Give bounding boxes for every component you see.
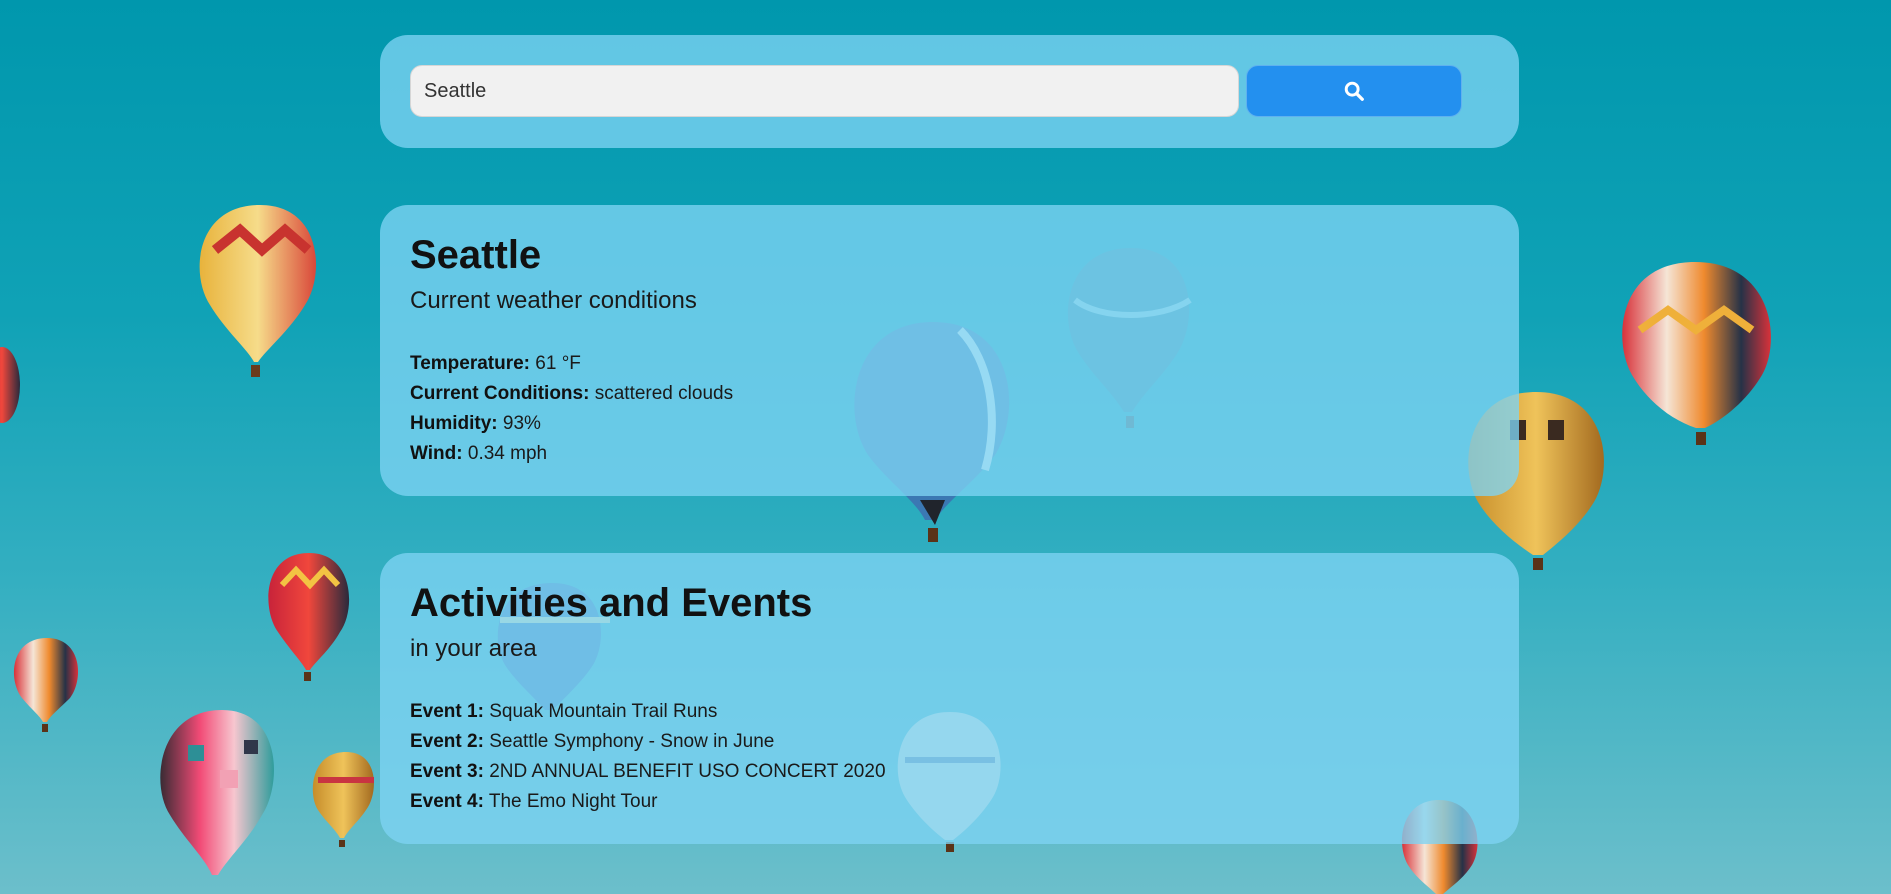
balloon	[160, 710, 274, 875]
balloon	[268, 553, 350, 681]
event-name: The Emo Night Tour	[488, 791, 658, 812]
humidity-value: 93%	[502, 413, 541, 434]
event-name: 2ND ANNUAL BENEFIT USO CONCERT 2020	[489, 761, 886, 782]
wind-value: 0.34 mph	[467, 443, 548, 464]
events-list: Event 1: Squak Mountain Trail Runs Event…	[410, 697, 886, 817]
conditions-value: scattered clouds	[594, 383, 734, 404]
city-title: Seattle	[410, 233, 542, 277]
event-item: Event 1: Squak Mountain Trail Runs	[410, 697, 886, 727]
temperature-label: Temperature:	[410, 353, 531, 374]
conditions-row: Current Conditions: scattered clouds	[410, 379, 733, 409]
search-input[interactable]	[410, 65, 1239, 117]
balloon	[312, 752, 374, 847]
events-panel: Activities and Events in your area Event…	[380, 553, 1519, 844]
search-icon	[1344, 81, 1364, 101]
temperature-row: Temperature: 61 °F	[410, 349, 733, 379]
event-label: Event 2:	[410, 731, 484, 752]
event-label: Event 4:	[410, 791, 484, 812]
event-name: Seattle Symphony - Snow in June	[489, 731, 775, 752]
temperature-value: 61 °F	[535, 353, 581, 374]
search-panel	[380, 35, 1519, 148]
humidity-label: Humidity:	[410, 413, 498, 434]
event-label: Event 1:	[410, 701, 484, 722]
events-subtitle: in your area	[410, 635, 537, 662]
event-name: Squak Mountain Trail Runs	[489, 701, 718, 722]
event-item: Event 2: Seattle Symphony - Snow in June	[410, 727, 886, 757]
weather-subtitle: Current weather conditions	[410, 287, 697, 314]
weather-panel: Seattle Current weather conditions Tempe…	[380, 205, 1519, 496]
weather-details: Temperature: 61 °F Current Conditions: s…	[410, 349, 733, 469]
balloon	[1622, 262, 1771, 445]
balloon	[13, 638, 79, 732]
balloon	[0, 347, 20, 423]
conditions-label: Current Conditions:	[410, 383, 590, 404]
humidity-row: Humidity: 93%	[410, 409, 733, 439]
event-item: Event 3: 2ND ANNUAL BENEFIT USO CONCERT …	[410, 757, 886, 787]
balloon	[199, 205, 317, 377]
event-item: Event 4: The Emo Night Tour	[410, 787, 886, 817]
wind-label: Wind:	[410, 443, 463, 464]
search-button[interactable]	[1246, 65, 1462, 117]
event-label: Event 3:	[410, 761, 484, 782]
wind-row: Wind: 0.34 mph	[410, 439, 733, 469]
events-title: Activities and Events	[410, 581, 813, 625]
